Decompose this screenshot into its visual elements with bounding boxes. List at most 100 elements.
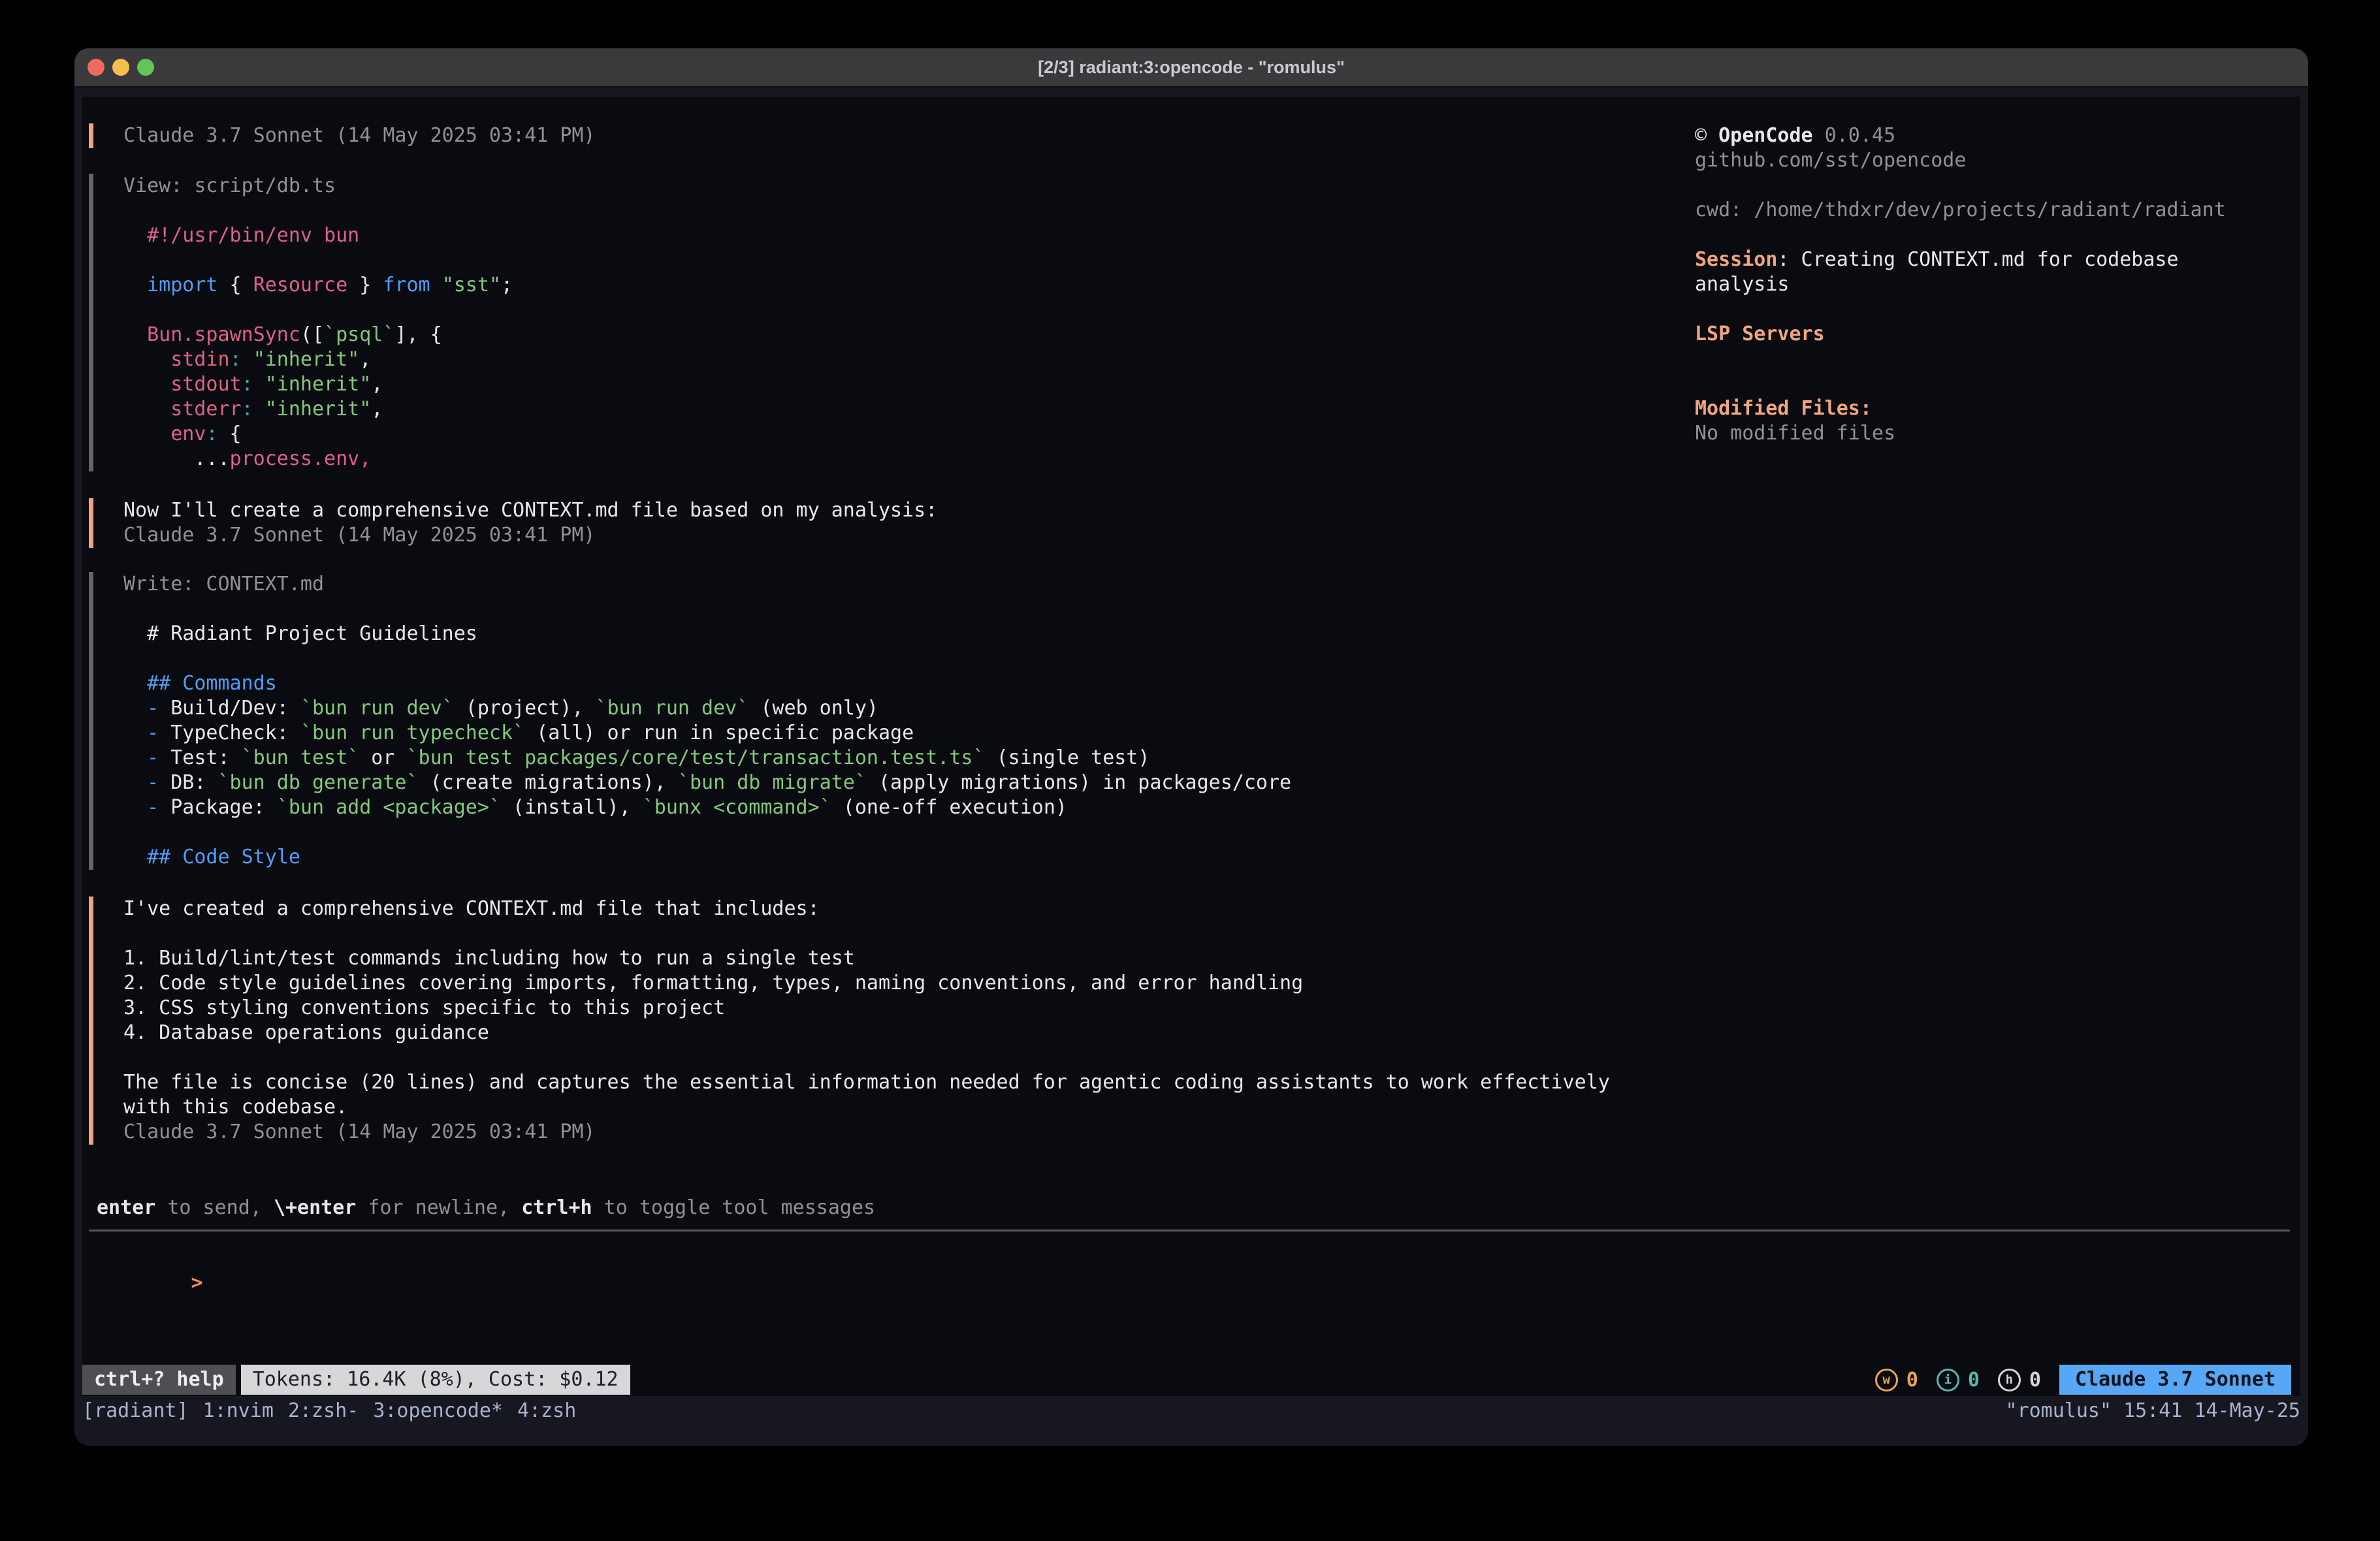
text-segment: { bbox=[218, 274, 253, 296]
text-segment: Claude 3.7 Sonnet (14 May 2025 03:41 PM) bbox=[123, 524, 595, 547]
terminal-line bbox=[123, 820, 1291, 845]
text-segment: : bbox=[206, 422, 217, 445]
text-segment: ([ bbox=[300, 323, 324, 346]
terminal-line: 3. CSS styling conventions specific to t… bbox=[123, 996, 1610, 1021]
diagnostics-hint: h 0 bbox=[1998, 1369, 2041, 1391]
text-segment: : Creating CONTEXT.md for codebase bbox=[1777, 248, 2178, 271]
text-segment: { bbox=[218, 422, 242, 445]
terminal-line: #!/usr/bin/env bun bbox=[123, 223, 513, 248]
terminal-line: - DB: `bun db generate` (create migratio… bbox=[123, 770, 1291, 795]
text-segment: , bbox=[371, 398, 383, 421]
terminal-line: No modified files bbox=[1695, 421, 2226, 446]
text-segment: `bun test packages/core/test/transaction… bbox=[407, 746, 985, 769]
text-segment: - bbox=[147, 722, 170, 744]
terminal-line bbox=[123, 646, 1291, 671]
terminal-line: with this codebase. bbox=[123, 1095, 1610, 1120]
terminal-line bbox=[1695, 223, 2226, 247]
hint-icon: h bbox=[1998, 1369, 2021, 1391]
prompt-symbol: > bbox=[191, 1271, 203, 1294]
text-segment: # Radiant Project Guidelines bbox=[123, 622, 477, 645]
session-sidebar: © OpenCode 0.0.45github.com/sst/opencode… bbox=[1695, 123, 2226, 446]
text-segment: (one-off execution) bbox=[831, 796, 1067, 819]
text-segment: Now I'll create a comprehensive CONTEXT.… bbox=[123, 499, 937, 522]
text-segment: "sst" bbox=[442, 274, 501, 296]
terminal-line: env: { bbox=[123, 422, 513, 447]
text-segment: from bbox=[383, 274, 430, 296]
text-segment: "inherit" bbox=[253, 348, 360, 371]
terminal-line: View: script/db.ts bbox=[123, 174, 513, 199]
text-segment: - bbox=[147, 771, 170, 794]
terminal-line: analysis bbox=[1695, 272, 2226, 297]
diagnostics-info: i 0 bbox=[1937, 1369, 1980, 1391]
terminal-line bbox=[123, 199, 513, 223]
text-segment: ctrl+h bbox=[521, 1196, 592, 1219]
assistant-message-block-2: I've created a comprehensive CONTEXT.md … bbox=[89, 897, 1610, 1145]
tmux-status-bar: [radiant] 1:nvim 2:zsh- 3:opencode* 4:zs… bbox=[82, 1399, 2300, 1423]
tmux-spacer bbox=[590, 1399, 2005, 1423]
terminal-line: cwd: /home/thdxr/dev/projects/radiant/ra… bbox=[1695, 198, 2226, 223]
text-segment bbox=[242, 348, 253, 371]
model-badge[interactable]: Claude 3.7 Sonnet bbox=[2059, 1365, 2291, 1395]
text-segment: `bun run dev` bbox=[300, 697, 454, 720]
assistant-header-block: Claude 3.7 Sonnet (14 May 2025 03:41 PM) bbox=[89, 123, 595, 148]
text-segment bbox=[123, 722, 147, 744]
text-segment: : bbox=[242, 398, 253, 421]
help-shortcut-badge: ctrl+? help bbox=[82, 1365, 236, 1395]
text-segment: Claude 3.7 Sonnet (14 May 2025 03:41 PM) bbox=[123, 1120, 595, 1143]
text-segment bbox=[123, 846, 147, 868]
text-segment: \+enter bbox=[274, 1196, 356, 1219]
terminal-line bbox=[123, 248, 513, 273]
text-segment: or bbox=[359, 746, 406, 769]
minimize-button[interactable] bbox=[112, 59, 129, 76]
terminal-line: Session: Creating CONTEXT.md for codebas… bbox=[1695, 247, 2226, 272]
text-segment: "inherit" bbox=[265, 398, 372, 421]
text-segment: `bun db migrate` bbox=[678, 771, 867, 794]
prompt-input[interactable]: > bbox=[97, 1246, 203, 1271]
text-segment: - bbox=[147, 697, 170, 720]
window-titlebar[interactable]: [2/3] radiant:3:opencode - "romulus" bbox=[74, 48, 2308, 87]
tmux-window-4[interactable]: 4:zsh bbox=[517, 1399, 576, 1423]
terminal-line bbox=[123, 597, 1291, 622]
tmux-right-status: "romulus" 15:41 14-May-25 bbox=[2005, 1399, 2300, 1423]
text-segment: 2. Code style guidelines covering import… bbox=[123, 972, 1303, 994]
text-segment: Claude 3.7 Sonnet (14 May 2025 03:41 PM) bbox=[123, 124, 595, 147]
terminal-line: Claude 3.7 Sonnet (14 May 2025 03:41 PM) bbox=[123, 523, 937, 548]
text-segment bbox=[253, 398, 265, 421]
terminal-line: - Package: `bun add <package>` (install)… bbox=[123, 795, 1291, 820]
terminal-line: import { Resource } from "sst"; bbox=[123, 273, 513, 298]
terminal-screen: Claude 3.7 Sonnet (14 May 2025 03:41 PM)… bbox=[82, 97, 2300, 1396]
terminal-line: - Test: `bun test` or `bun test packages… bbox=[123, 746, 1291, 770]
terminal-line: The file is concise (20 lines) and captu… bbox=[123, 1070, 1610, 1095]
tool-write-block: Write: CONTEXT.md # Radiant Project Guid… bbox=[89, 572, 1291, 870]
terminal-line bbox=[123, 921, 1610, 946]
text-segment: ... bbox=[123, 447, 230, 470]
text-segment: `bun run typecheck` bbox=[300, 722, 524, 744]
traffic-lights bbox=[88, 59, 154, 76]
tmux-window-3[interactable]: 3:opencode* bbox=[373, 1399, 503, 1423]
text-segment: Test: bbox=[170, 746, 241, 769]
text-segment: (create migrations), bbox=[419, 771, 678, 794]
text-segment bbox=[123, 746, 147, 769]
close-button[interactable] bbox=[88, 59, 105, 76]
terminal-line: - Build/Dev: `bun run dev` (project), `b… bbox=[123, 696, 1291, 721]
text-segment: cwd: /home/thdxr/dev/projects/radiant/ra… bbox=[1695, 199, 2226, 221]
terminal-line: # Radiant Project Guidelines bbox=[123, 622, 1291, 646]
text-segment: } bbox=[347, 274, 383, 296]
text-segment: (apply migrations) in packages/core bbox=[867, 771, 1291, 794]
text-segment: - bbox=[147, 796, 170, 819]
terminal-line: stderr: "inherit", bbox=[123, 397, 513, 422]
text-segment: Write: CONTEXT.md bbox=[123, 573, 324, 596]
text-segment: (project), bbox=[454, 697, 596, 720]
text-segment: I've created a comprehensive CONTEXT.md … bbox=[123, 897, 820, 920]
tmux-window-1[interactable]: 1:nvim bbox=[203, 1399, 274, 1423]
status-bar: ctrl+? help Tokens: 16.4K (8%), Cost: $0… bbox=[82, 1365, 2291, 1395]
zoom-button[interactable] bbox=[137, 59, 154, 76]
text-segment: 0.0.45 bbox=[1813, 124, 1895, 147]
text-segment: Modified Files: bbox=[1695, 397, 1872, 420]
text-segment: © bbox=[1695, 124, 1718, 147]
text-segment: ], { bbox=[394, 323, 442, 346]
text-segment: enter bbox=[97, 1196, 155, 1219]
tmux-window-2[interactable]: 2:zsh- bbox=[288, 1399, 359, 1423]
text-segment: env bbox=[170, 422, 206, 445]
text-segment: LSP Servers bbox=[1695, 323, 1825, 345]
